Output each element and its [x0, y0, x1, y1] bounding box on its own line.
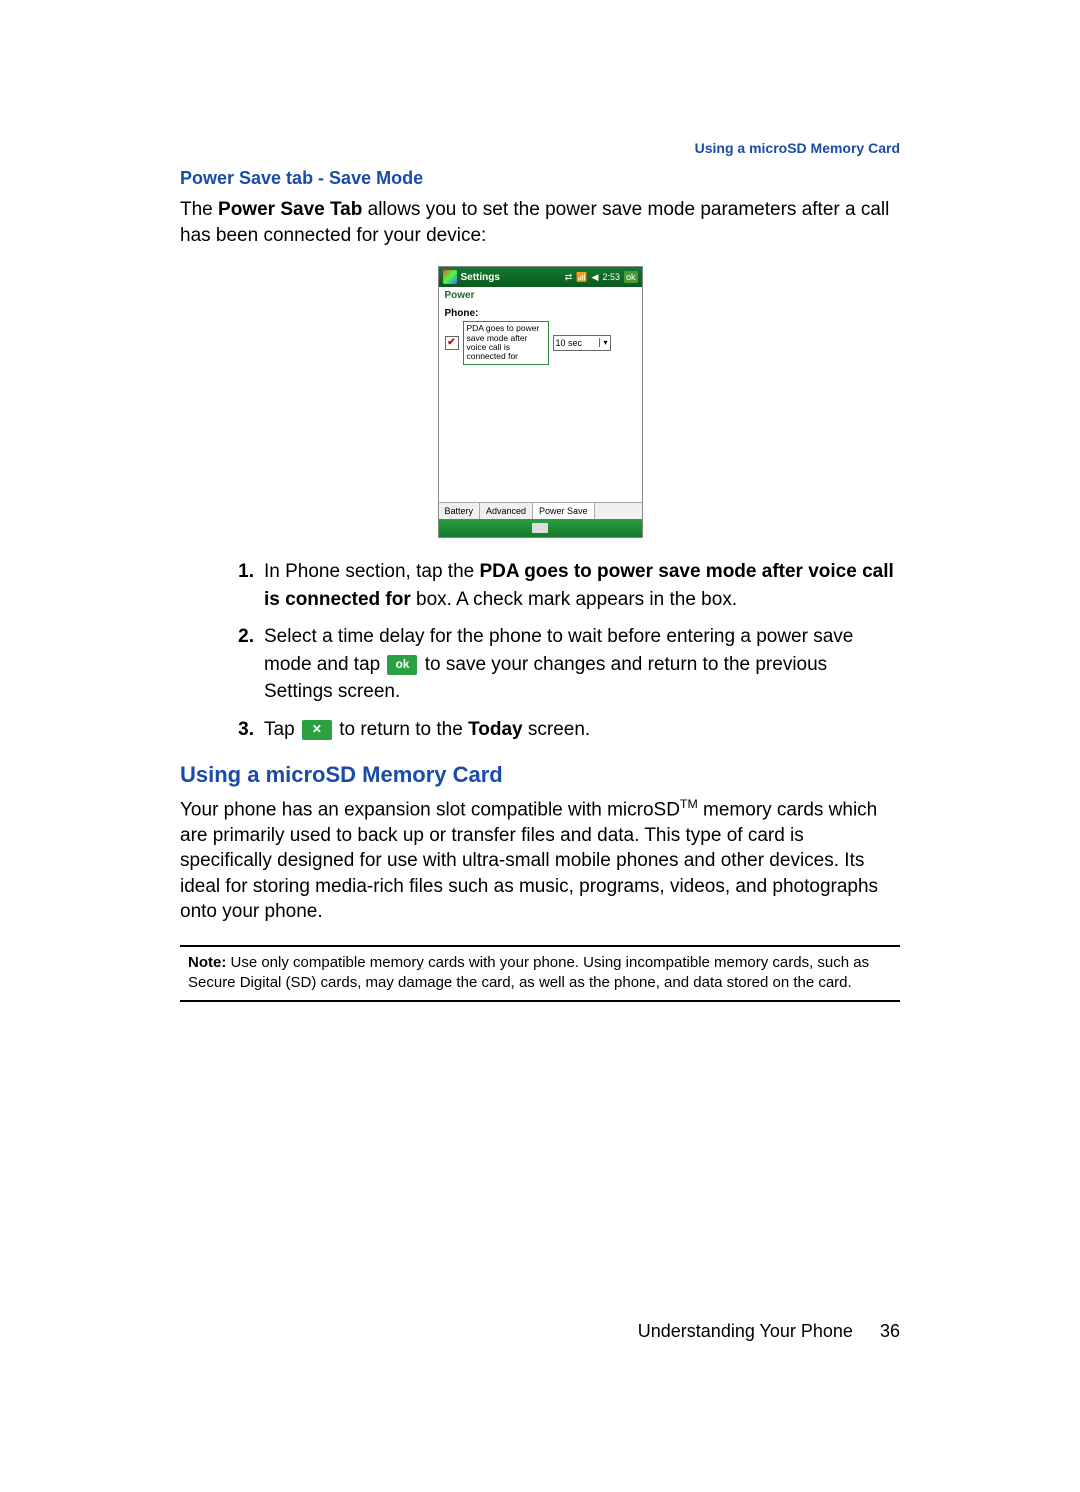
footer-page-number: 36 — [880, 1321, 900, 1341]
ok-button-icon: ok — [387, 655, 417, 675]
start-flag-icon — [443, 270, 457, 284]
intro-bold: Power Save Tab — [218, 199, 362, 220]
step-number: 3. — [180, 716, 264, 744]
note-block: Note: Use only compatible memory cards w… — [180, 953, 900, 992]
phone-row: ✔ PDA goes to power save mode after voic… — [445, 321, 636, 364]
screen-frame: Settings ⇄ 📶 ◀ 2:53 ok Power Phone: ✔ PD… — [438, 266, 643, 538]
divider-bottom — [180, 1000, 900, 1002]
tab-advanced: Advanced — [480, 503, 533, 519]
step-number: 1. — [180, 558, 264, 613]
keyboard-icon — [532, 523, 548, 533]
step-number: 2. — [180, 623, 264, 706]
checkbox-text: PDA goes to power save mode after voice … — [463, 321, 549, 364]
step-2: 2. Select a time delay for the phone to … — [180, 623, 900, 706]
step-1: 1. In Phone section, tap the PDA goes to… — [180, 558, 900, 613]
device-screenshot: Settings ⇄ 📶 ◀ 2:53 ok Power Phone: ✔ PD… — [438, 266, 643, 538]
note-label: Note: — [188, 954, 226, 971]
step-body: Tap ✕ to return to the Today screen. — [264, 716, 900, 744]
step-body: In Phone section, tap the PDA goes to po… — [264, 558, 900, 613]
speaker-icon: ◀ — [592, 272, 599, 283]
step3-bold: Today — [468, 719, 523, 740]
screen-bottombar — [439, 519, 642, 537]
subheading-power-save: Power Save tab - Save Mode — [180, 168, 900, 189]
clock-text: 2:53 — [602, 272, 620, 282]
titlebar-status-icons: ⇄ 📶 ◀ 2:53 ok — [565, 271, 638, 283]
step1-text-c: box. A check mark appears in the box. — [411, 589, 737, 610]
screen-body: Phone: ✔ PDA goes to power save mode aft… — [439, 304, 642, 502]
tm-superscript: TM — [680, 797, 698, 811]
chevron-down-icon: ▾ — [599, 338, 607, 347]
intro-paragraph: The Power Save Tab allows you to set the… — [180, 197, 900, 248]
checkbox-icon: ✔ — [445, 336, 459, 350]
step3-text-a: Tap — [264, 719, 300, 740]
screen-titlebar: Settings ⇄ 📶 ◀ 2:53 ok — [439, 267, 642, 287]
step3-text-b: to return to the — [334, 719, 468, 740]
step-3: 3. Tap ✕ to return to the Today screen. — [180, 716, 900, 744]
step1-text-a: In Phone section, tap the — [264, 561, 480, 582]
tab-power-save: Power Save — [533, 503, 595, 519]
select-value: 10 sec — [556, 338, 583, 348]
tab-battery: Battery — [439, 503, 481, 519]
screen-subtitle: Power — [439, 287, 642, 304]
microsd-paragraph: Your phone has an expansion slot compati… — [180, 796, 900, 926]
step3-text-c: screen. — [523, 719, 591, 740]
section-heading-microsd: Using a microSD Memory Card — [180, 762, 900, 788]
close-button-icon: ✕ — [302, 720, 332, 740]
titlebar-text: Settings — [461, 272, 565, 283]
page-footer: Understanding Your Phone 36 — [638, 1321, 900, 1342]
screen-tabs: Battery Advanced Power Save — [439, 502, 642, 519]
titlebar-ok-button: ok — [624, 271, 638, 283]
ordered-list: 1. In Phone section, tap the PDA goes to… — [180, 558, 900, 743]
running-head: Using a microSD Memory Card — [180, 140, 900, 156]
phone-label: Phone: — [445, 308, 636, 319]
divider-top — [180, 945, 900, 947]
note-text: Use only compatible memory cards with yo… — [188, 954, 869, 991]
sync-icon: ⇄ — [565, 272, 573, 283]
microsd-text-a: Your phone has an expansion slot compati… — [180, 799, 680, 820]
footer-chapter: Understanding Your Phone — [638, 1321, 853, 1341]
signal-icon: 📶 — [576, 272, 587, 283]
step-body: Select a time delay for the phone to wai… — [264, 623, 900, 706]
intro-text-pre: The — [180, 199, 218, 220]
time-select: 10 sec ▾ — [553, 335, 611, 351]
